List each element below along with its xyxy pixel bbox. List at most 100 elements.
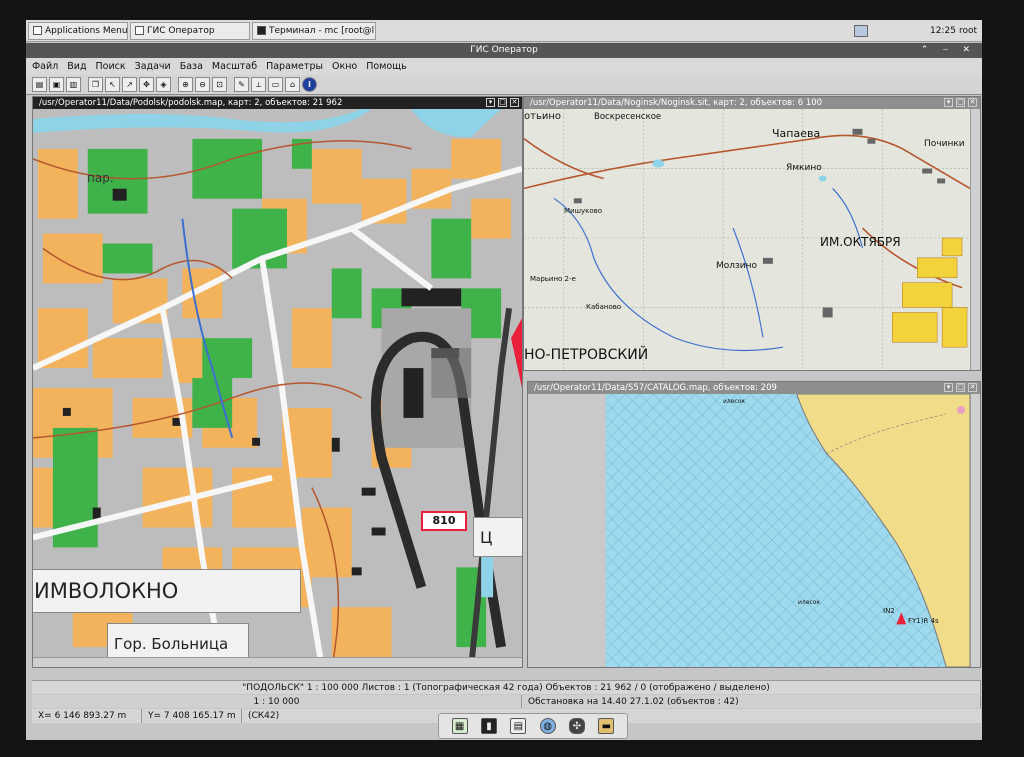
label-otyino: отьино	[524, 111, 561, 122]
cursor-icon[interactable]: ↖	[105, 77, 120, 92]
minimize-icon[interactable]: ▾	[944, 98, 953, 107]
label-voskresenskoe: Воскресенское	[594, 112, 662, 122]
label-petrovsky: НО-ПЕТРОВСКИЙ	[524, 347, 649, 363]
maximize-icon[interactable]: ▢	[956, 383, 965, 392]
zoom-out-icon[interactable]: ⊖	[195, 77, 210, 92]
globe-icon[interactable]: ◍	[539, 718, 556, 734]
clock[interactable]: 12:25	[928, 26, 958, 36]
info-icon[interactable]: i	[302, 77, 317, 92]
edit-icon[interactable]: ✎	[234, 77, 249, 92]
menu-window[interactable]: Окно	[332, 61, 357, 72]
save-icon[interactable]: ▣	[49, 77, 64, 92]
map-window-podolsk-title[interactable]: /usr/Operator11/Data/Podolsk/podolsk.map…	[33, 97, 522, 109]
map-window-podolsk-path: /usr/Operator11/Data/Podolsk/podolsk.map…	[39, 98, 343, 108]
status-situation: Обстановка на 14.40 27.1.02 (объектов : …	[522, 695, 981, 708]
menu-view[interactable]: Вид	[67, 61, 86, 72]
label-chapaeva: Чапаева	[772, 127, 821, 140]
user-name[interactable]: root	[958, 26, 978, 36]
label-light: FY1)R 4s	[908, 617, 939, 625]
status-x-coordinate: X= 6 146 893.27 m	[32, 709, 142, 723]
taskbar-terminal-label: Терминал - mc [root@l...	[269, 25, 376, 36]
menu-help[interactable]: Помощь	[366, 61, 406, 72]
toolbar: ▤ ▣ ▥ ❐ ↖ ↗ ✥ ◈ ⊕ ⊖ ⊡ ✎ ⟂ ▭ ⌂ i	[26, 75, 982, 95]
dock-bar: ▦ ▮ ▤ ◍ ✣ ▬	[438, 713, 628, 739]
select-icon[interactable]: ↗	[122, 77, 137, 92]
home-icon[interactable]: ⌂	[285, 77, 300, 92]
menu-tasks[interactable]: Задачи	[135, 61, 171, 72]
folder-icon[interactable]: ▬	[598, 718, 615, 734]
label-marinino: Марьино 2-е	[530, 275, 576, 283]
label-yamkino: Ямкино	[786, 163, 822, 173]
terminal-icon	[257, 26, 266, 35]
map-window-s57[interactable]: /usr/Operator11/Data/S57/CATALOG.map, об…	[527, 381, 981, 668]
menu-parameters[interactable]: Параметры	[266, 61, 323, 72]
subwindow-controls: ▾ ▢ ✕	[944, 97, 977, 107]
horizontal-scrollbar[interactable]	[33, 657, 522, 667]
menu-file[interactable]: Файл	[32, 61, 58, 72]
map-window-noginsk[interactable]: /usr/Operator11/Data/Noginsk/Noginsk.sit…	[523, 96, 981, 371]
label-810-sign: 810	[421, 511, 467, 531]
terminal-icon[interactable]: ▮	[480, 718, 497, 734]
image-viewer-icon[interactable]: ▦	[451, 718, 468, 734]
applications-menu-button[interactable]: Applications Menu	[28, 21, 128, 40]
zoom-fit-icon[interactable]: ⊡	[212, 77, 227, 92]
label-im-oktyabrya: ИМ.ОКТЯБРЯ	[820, 235, 901, 249]
vertical-scrollbar[interactable]	[970, 109, 980, 370]
map-window-noginsk-path: /usr/Operator11/Data/Noginsk/Noginsk.sit…	[530, 98, 823, 108]
layers-icon[interactable]: ◈	[156, 77, 171, 92]
window-controls[interactable]: ⌃ ⎯ ✕	[921, 43, 976, 58]
status-bar-scale: 1 : 10 000 Обстановка на 14.40 27.1.02 (…	[32, 695, 981, 708]
move-icon[interactable]: ✥	[139, 77, 154, 92]
applications-menu-label: Applications Menu	[45, 25, 128, 36]
status-crs: (СК42)	[248, 711, 280, 721]
map-window-noginsk-title[interactable]: /usr/Operator11/Data/Noginsk/Noginsk.sit…	[524, 97, 980, 109]
close-icon[interactable]: ✕	[968, 383, 977, 392]
zoom-in-icon[interactable]: ⊕	[178, 77, 193, 92]
taskbar-gis-label: ГИС Оператор	[147, 25, 215, 36]
menu-search[interactable]: Поиск	[96, 61, 126, 72]
minimize-icon[interactable]: ▾	[944, 383, 953, 392]
workspace-icon[interactable]	[854, 24, 868, 37]
calculator-icon[interactable]: ▤	[510, 718, 527, 734]
maximize-icon[interactable]: ▢	[956, 98, 965, 107]
label-silt: илесок	[723, 398, 746, 405]
label-molzino: Молзино	[716, 261, 758, 271]
subwindow-controls: ▾ ▢ ✕	[486, 97, 519, 107]
close-icon[interactable]: ✕	[510, 98, 519, 107]
vertical-scrollbar[interactable]	[970, 394, 980, 667]
map-window-s57-title[interactable]: /usr/Operator11/Data/S57/CATALOG.map, об…	[528, 382, 980, 394]
taskbar-gis-operator[interactable]: ГИС Оператор	[130, 21, 250, 40]
menu-database[interactable]: База	[180, 61, 203, 72]
minimize-icon[interactable]: ▾	[486, 98, 495, 107]
taskbar-terminal[interactable]: Терминал - mc [root@l...	[252, 21, 376, 40]
measure-icon[interactable]: ⟂	[251, 77, 266, 92]
status-map-name: "ПОДОЛЬСК" 1 : 100 000 Листов : 1 (Топог…	[32, 681, 981, 694]
maximize-icon[interactable]: ▢	[498, 98, 507, 107]
label-in2: IN2	[883, 607, 895, 615]
close-icon[interactable]: ✕	[968, 98, 977, 107]
label-khimvolokno: ИМВОЛОКНО	[33, 569, 301, 613]
status-scale: 1 : 10 000	[32, 695, 522, 708]
gamepad-icon[interactable]: ✣	[568, 718, 585, 734]
print-icon[interactable]: ▥	[66, 77, 81, 92]
noginsk-map-drawing	[524, 109, 970, 370]
desktop-screen: Applications Menu ГИС Оператор Терминал …	[26, 20, 982, 740]
map-window-s57-path: /usr/Operator11/Data/S57/CATALOG.map, об…	[534, 383, 777, 393]
folder-open-icon[interactable]: ▤	[32, 77, 47, 92]
map-canvas-s57[interactable]: илесок илесок IN2 FY1)R 4s	[528, 394, 970, 667]
subwindow-controls: ▾ ▢ ✕	[944, 382, 977, 392]
map-canvas-noginsk[interactable]: Чапаева Воскресенское Починки Ямкино ИМ.…	[524, 109, 970, 370]
map-window-podolsk[interactable]: /usr/Operator11/Data/Podolsk/podolsk.map…	[32, 96, 523, 668]
label-center: Ц	[473, 517, 522, 557]
status-bar-map-info: "ПОДОЛЬСК" 1 : 100 000 Листов : 1 (Топог…	[32, 680, 981, 694]
label-park: пар.	[87, 171, 114, 185]
map-canvas-podolsk[interactable]: ИМВОЛОКНО Гор. Больница Ц 810 пар.	[33, 109, 522, 667]
app-title: ГИС Оператор	[470, 45, 538, 55]
top-panel: Applications Menu ГИС Оператор Терминал …	[26, 20, 982, 42]
menu-scale[interactable]: Масштаб	[212, 61, 257, 72]
copy-icon[interactable]: ❐	[88, 77, 103, 92]
window-icon[interactable]: ▭	[268, 77, 283, 92]
label-mishukovo: Мишуково	[564, 207, 603, 215]
menubar: Файл Вид Поиск Задачи База Масштаб Парам…	[26, 58, 982, 75]
status-y-coordinate: Y= 7 408 165.17 m	[142, 709, 242, 723]
